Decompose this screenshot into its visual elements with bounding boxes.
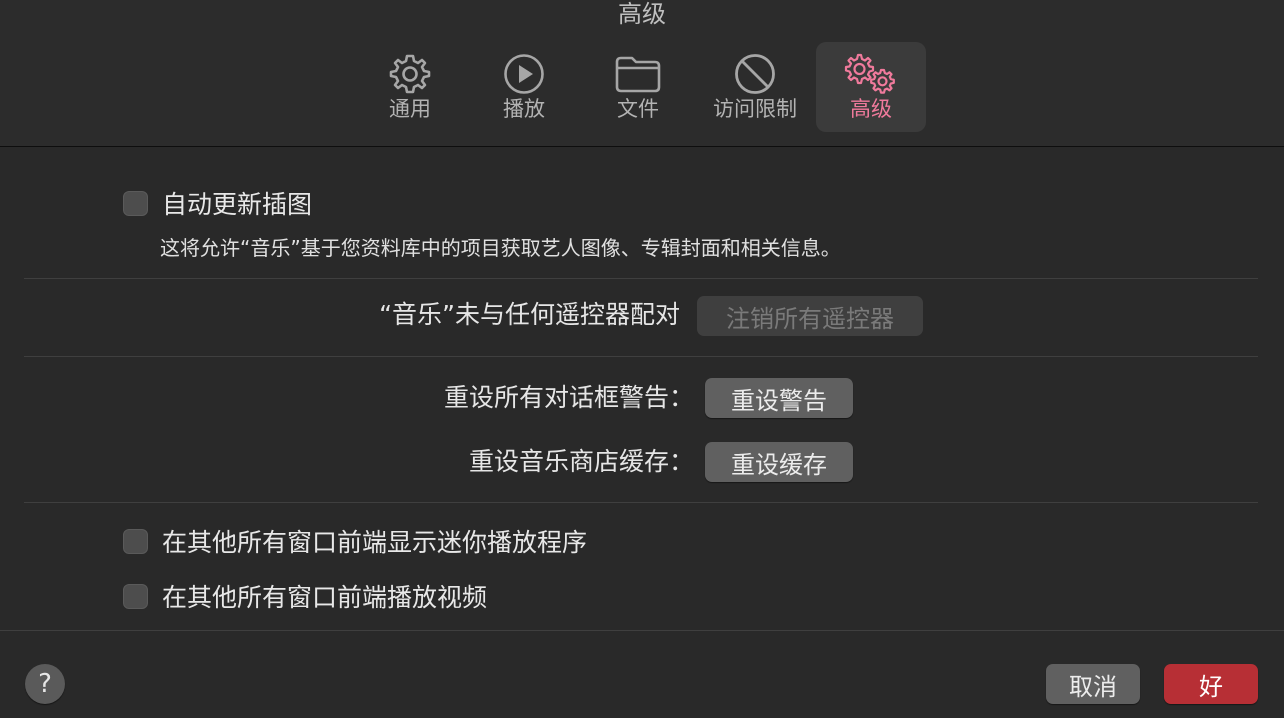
cancel-button[interactable]: 取消: [1046, 664, 1140, 704]
separator: [0, 630, 1284, 631]
separator: [24, 502, 1258, 503]
video-on-top-label: 在其他所有窗口前端播放视频: [162, 583, 488, 612]
auto-update-artwork-label: 自动更新插图: [162, 190, 313, 219]
help-button[interactable]: ?: [25, 664, 65, 704]
tab-playback[interactable]: 播放: [494, 42, 554, 132]
separator: [24, 356, 1258, 357]
reset-cache-label: 重设音乐商店缓存：: [468, 447, 694, 476]
folder-icon: [608, 52, 668, 96]
gears-icon: [841, 52, 901, 96]
reset-warnings-label: 重设所有对话框警告：: [443, 383, 694, 412]
auto-update-artwork-description: 这将允许“音乐”基于您资料库中的项目获取艺人图像、专辑封面和相关信息。: [160, 236, 841, 260]
toolbar: 高级 通用 播放 文件 访问限制 高级: [0, 0, 1284, 147]
tab-advanced-label: 高级: [850, 97, 892, 121]
ok-button[interactable]: 好: [1164, 664, 1258, 704]
mini-player-on-top-label: 在其他所有窗口前端显示迷你播放程序: [162, 528, 588, 557]
tab-restrictions[interactable]: 访问限制: [706, 42, 804, 132]
reset-warnings-button[interactable]: 重设警告: [705, 378, 853, 418]
prohibited-icon: [725, 52, 785, 96]
mini-player-on-top-checkbox[interactable]: [123, 528, 148, 554]
tab-files-label: 文件: [617, 97, 659, 121]
tab-playback-label: 播放: [503, 97, 545, 121]
tab-general[interactable]: 通用: [380, 42, 440, 132]
play-circle-icon: [494, 52, 554, 96]
tab-restrictions-label: 访问限制: [713, 97, 797, 121]
forget-all-remotes-button[interactable]: 注销所有遥控器: [697, 296, 923, 336]
video-on-top-checkbox[interactable]: [123, 583, 148, 609]
window-title: 高级: [618, 0, 666, 28]
reset-cache-button[interactable]: 重设缓存: [705, 442, 853, 482]
tab-advanced[interactable]: 高级: [816, 42, 926, 132]
tab-general-label: 通用: [389, 97, 431, 121]
mini-player-on-top-row[interactable]: 在其他所有窗口前端显示迷你播放程序: [123, 525, 587, 557]
auto-update-artwork-checkbox[interactable]: [123, 190, 148, 216]
tab-files[interactable]: 文件: [608, 42, 668, 132]
gear-icon: [380, 52, 440, 96]
auto-update-artwork-row[interactable]: 自动更新插图: [123, 187, 312, 219]
video-on-top-row[interactable]: 在其他所有窗口前端播放视频: [123, 580, 487, 612]
preferences-window: 高级 通用 播放 文件 访问限制 高级 自动更新插图 这将允许“音乐”基于您资料…: [0, 0, 1284, 718]
remote-status-label: “音乐”未与任何遥控器配对: [379, 300, 680, 329]
separator: [24, 278, 1258, 279]
